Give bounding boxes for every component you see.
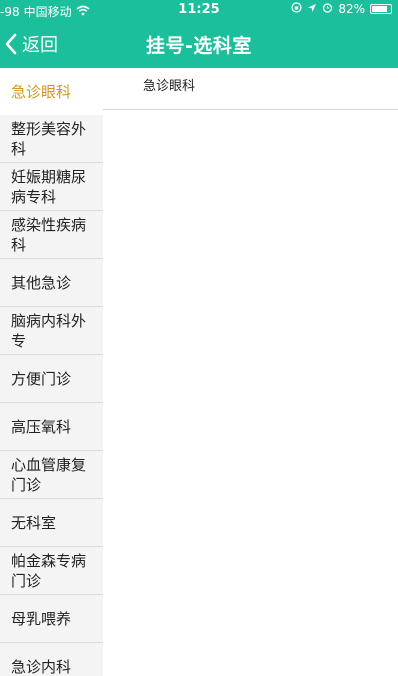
- location-icon: [307, 2, 317, 16]
- sidebar-item-label: 方便门诊: [11, 369, 72, 388]
- sidebar-item-label: 其他急诊: [11, 273, 72, 292]
- sidebar-item[interactable]: 妊娠期糖尿病专科: [0, 163, 103, 211]
- sidebar-item[interactable]: 高压氧科: [0, 403, 103, 451]
- sidebar-item[interactable]: 其他急诊: [0, 259, 103, 307]
- sidebar-item-label: 急诊眼科: [11, 82, 72, 101]
- battery-icon: [370, 4, 392, 14]
- sidebar-item[interactable]: 急诊内科: [0, 643, 103, 676]
- sub-department-item[interactable]: 急诊眼科: [103, 68, 398, 110]
- sidebar-item-label: 急诊内科: [11, 657, 72, 676]
- sidebar-item-label: 感染性疾病科: [11, 215, 87, 254]
- sidebar-item[interactable]: 心血管康复门诊: [0, 451, 103, 499]
- nav-bar: 返回 挂号-选科室: [0, 20, 398, 68]
- rotation-lock-icon: [291, 2, 302, 16]
- department-sidebar: 急诊眼科整形美容外科 妊娠期糖尿病专科 感染性疾病科其他急诊脑病内科外专方便门诊高压…: [0, 68, 103, 676]
- sidebar-item-label: 高压氧科: [11, 417, 72, 436]
- sidebar-item[interactable]: 急诊眼科: [0, 68, 103, 115]
- page-title: 挂号-选科室: [146, 35, 252, 57]
- alarm-icon: [322, 2, 333, 16]
- sidebar-item[interactable]: 脑病内科外专: [0, 307, 103, 355]
- sidebar-item[interactable]: 无科室: [0, 499, 103, 547]
- battery-percent: 82%: [338, 2, 365, 16]
- sidebar-item[interactable]: 母乳喂养: [0, 595, 103, 643]
- sidebar-item-label: 整形美容外科: [11, 119, 87, 158]
- screen: -98 中国移动 11:25 82% 返回 挂号-选科室 急诊眼科 整形美容外科…: [0, 0, 398, 676]
- sidebar-item-label: 母乳喂养: [11, 609, 72, 628]
- sub-department-list: 急诊眼科: [103, 68, 398, 676]
- sidebar-item[interactable]: 感染性疾病科: [0, 211, 103, 259]
- sidebar-item-label: 帕金森专病门诊: [11, 551, 87, 590]
- sidebar-item-label: 妊娠期糖尿病专科: [11, 167, 87, 206]
- sidebar-item[interactable]: 整形美容外科: [0, 115, 103, 163]
- status-bar: -98 中国移动 11:25 82%: [0, 0, 398, 20]
- sidebar-item-label: 无科室: [11, 513, 57, 532]
- sidebar-item-label: 脑病内科外专: [11, 311, 87, 350]
- status-right: 82%: [291, 2, 392, 16]
- sidebar-item[interactable]: 帕金森专病门诊: [0, 547, 103, 595]
- sidebar-item-label: 心血管康复门诊: [11, 455, 87, 494]
- sidebar-item[interactable]: 方便门诊: [0, 355, 103, 403]
- header: -98 中国移动 11:25 82% 返回 挂号-选科室: [0, 0, 398, 68]
